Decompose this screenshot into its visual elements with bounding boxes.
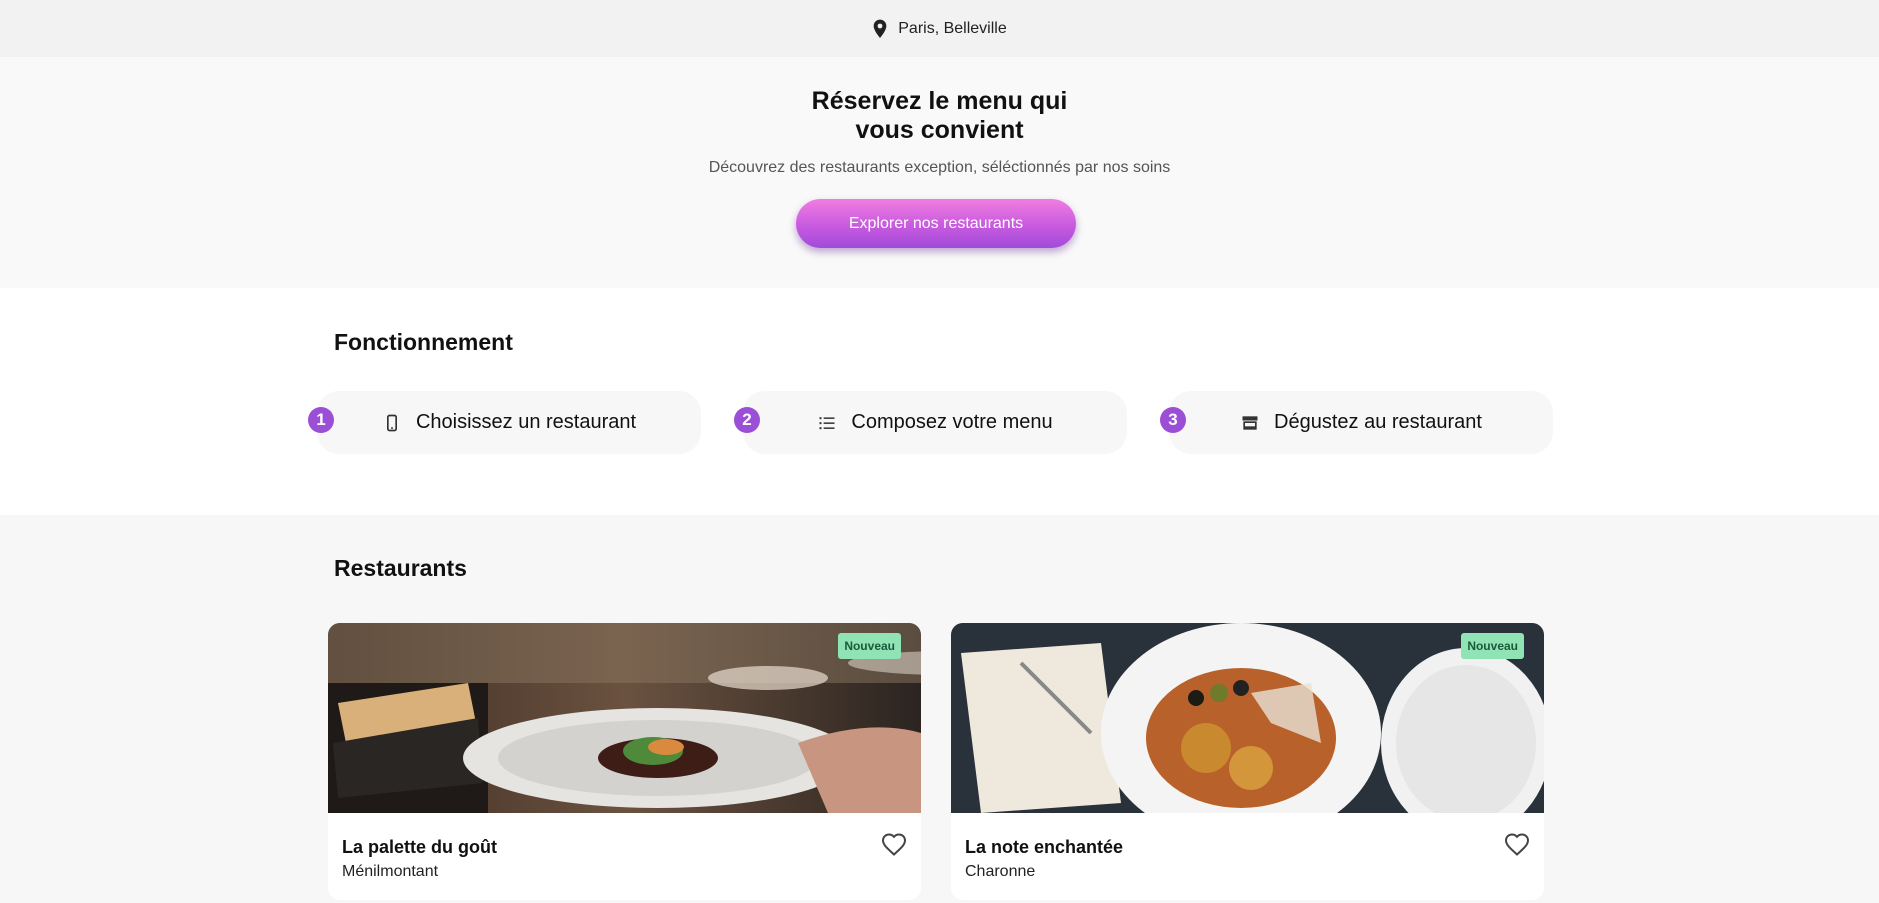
restaurants-title: Restaurants xyxy=(334,555,467,581)
explore-restaurants-button[interactable]: Explorer nos restaurants xyxy=(796,199,1076,248)
hero-title-line1: Réservez le menu qui xyxy=(811,87,1068,115)
heart-icon[interactable] xyxy=(1504,833,1530,857)
restaurant-name: La palette du goût xyxy=(342,837,497,857)
step-compose-menu: 2 Composez votre menu xyxy=(734,391,1127,454)
step-number: 1 xyxy=(308,407,334,433)
restaurant-photo xyxy=(951,623,1544,813)
restaurant-area: Ménilmontant xyxy=(342,863,439,880)
restaurant-name: La note enchantée xyxy=(965,837,1124,857)
restaurant-area: Charonne xyxy=(965,863,1036,880)
step-label: Choisissez un restaurant xyxy=(415,411,637,433)
restaurant-card[interactable]: Nouveau La palette du goût Ménilmontant xyxy=(328,623,921,900)
how-it-works-title: Fonctionnement xyxy=(334,329,513,355)
step-number: 3 xyxy=(1160,407,1186,433)
hero-title-line2: vous convient xyxy=(855,116,1024,144)
heart-icon[interactable] xyxy=(881,833,907,857)
restaurant-photo xyxy=(328,623,921,813)
location-label: Paris, Belleville xyxy=(898,19,1007,37)
hero-title: Réservez le menu qui vous convient xyxy=(800,87,1080,145)
location-bar: Paris, Belleville xyxy=(0,0,1879,57)
list-icon xyxy=(819,416,835,429)
smartphone-icon xyxy=(386,414,397,431)
new-badge: Nouveau xyxy=(1461,633,1524,659)
step-label: Composez votre menu xyxy=(851,411,1053,433)
step-enjoy-restaurant: 3 Dégustez au restaurant xyxy=(1160,391,1553,454)
storefront-icon xyxy=(1242,415,1258,430)
map-pin-icon xyxy=(873,19,887,38)
restaurant-card[interactable]: Nouveau La note enchantée Charonne xyxy=(951,623,1544,900)
hero-section: Réservez le menu qui vous convient Décou… xyxy=(0,57,1879,288)
step-label: Dégustez au restaurant xyxy=(1274,411,1482,433)
step-number: 2 xyxy=(734,407,760,433)
new-badge: Nouveau xyxy=(838,633,901,659)
step-choose-restaurant: 1 Choisissez un restaurant xyxy=(308,391,701,454)
restaurants-section xyxy=(0,515,1879,903)
hero-subtitle: Découvrez des restaurants exception, sél… xyxy=(708,159,1171,176)
